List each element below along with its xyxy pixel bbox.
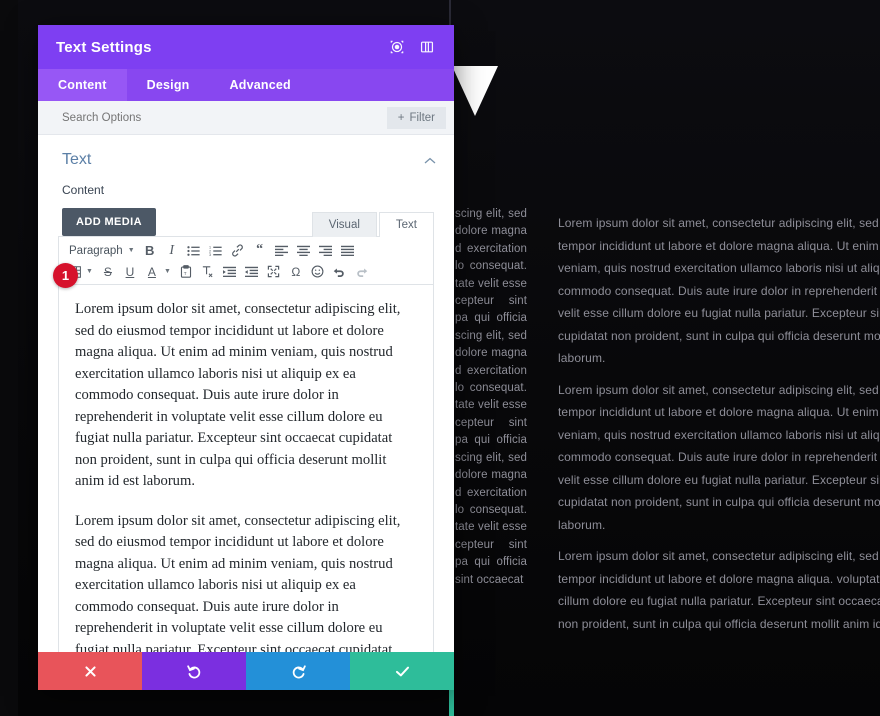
table-chevron-down-icon[interactable]: ▼	[86, 268, 93, 275]
bg-paragraph-3: Lorem ipsum dolor sit amet, consectetur …	[558, 549, 880, 631]
undo-icon[interactable]	[329, 262, 351, 282]
fullscreen-icon[interactable]	[263, 262, 285, 282]
target-icon[interactable]	[384, 34, 410, 60]
color-chevron-down-icon[interactable]: ▼	[164, 268, 171, 275]
content-field-label: Content	[62, 183, 105, 197]
background-narrow-column: scing elit, sed dolore magna d exercitat…	[455, 206, 527, 656]
editor-toolbar: Paragraph ▼ B I 1 2 3 “ ▼ S U A ▼ T Ω	[58, 236, 434, 285]
text-section-header[interactable]: Text	[38, 135, 454, 175]
cancel-button[interactable]	[38, 652, 142, 690]
align-right-icon[interactable]	[315, 241, 337, 261]
filter-button-label: Filter	[409, 111, 435, 124]
search-input[interactable]	[62, 111, 387, 124]
bulleted-list-icon[interactable]	[183, 241, 205, 261]
bg-paragraph-2: Lorem ipsum dolor sit amet, consectetur …	[558, 382, 880, 532]
background-wide-column: Lorem ipsum dolor sit amet, consectetur …	[558, 212, 880, 644]
align-left-icon[interactable]	[271, 241, 293, 261]
plus-icon: +	[397, 111, 405, 124]
section-title: Text	[62, 151, 92, 168]
editor-tab-text[interactable]: Text	[378, 212, 434, 237]
text-settings-panel: Text Settings Content Design Advanced Se…	[38, 25, 454, 690]
numbered-list-icon[interactable]: 1 2 3	[205, 241, 227, 261]
editor-paragraph-1: Lorem ipsum dolor sit amet, consectetur …	[75, 301, 401, 489]
screen: scing elit, sed dolore magna d exercitat…	[0, 0, 880, 716]
underline-icon[interactable]: U	[119, 262, 141, 282]
editor-mode-tabs: Visual Text	[311, 212, 434, 237]
bg-paragraph-1: Lorem ipsum dolor sit amet, consectetur …	[558, 216, 880, 365]
step-badge-1: 1	[53, 263, 78, 288]
emoji-icon[interactable]	[307, 262, 329, 282]
text-color-icon[interactable]: A	[141, 262, 163, 282]
indent-icon[interactable]	[241, 262, 263, 282]
undo-button[interactable]	[142, 652, 246, 690]
toolbar-row-1: Paragraph ▼ B I 1 2 3 “	[63, 240, 429, 261]
link-icon[interactable]	[227, 241, 249, 261]
toolbar-row-2: ▼ S U A ▼ T Ω	[63, 261, 429, 282]
triangle-shape	[452, 66, 498, 116]
svg-text:T: T	[184, 271, 187, 276]
paste-as-text-icon[interactable]: T	[175, 262, 197, 282]
add-media-button[interactable]: ADD MEDIA	[62, 208, 156, 236]
redo-icon[interactable]	[351, 262, 373, 282]
outdent-icon[interactable]	[219, 262, 241, 282]
panel-footer	[38, 652, 454, 690]
align-justify-icon[interactable]	[337, 241, 359, 261]
tab-advanced[interactable]: Advanced	[210, 69, 311, 101]
align-center-icon[interactable]	[293, 241, 315, 261]
italic-icon[interactable]: I	[161, 241, 183, 261]
svg-text:3: 3	[209, 253, 211, 257]
clear-formatting-icon[interactable]	[197, 262, 219, 282]
format-select[interactable]: Paragraph	[63, 241, 127, 261]
panel-title: Text Settings	[56, 38, 152, 56]
blockquote-icon[interactable]: “	[249, 241, 271, 261]
search-bar: + Filter	[38, 101, 454, 135]
tab-content[interactable]: Content	[38, 69, 127, 101]
strikethrough-icon[interactable]: S	[97, 262, 119, 282]
special-character-icon[interactable]: Ω	[285, 262, 307, 282]
editor-tab-visual[interactable]: Visual	[311, 212, 377, 237]
redo-button[interactable]	[246, 652, 350, 690]
editor-paragraph-2: Lorem ipsum dolor sit amet, consectetur …	[75, 512, 401, 653]
layout-panel-icon[interactable]	[414, 34, 440, 60]
narrow-column-text: scing elit, sed dolore magna d exercitat…	[455, 208, 527, 586]
filter-button[interactable]: + Filter	[386, 106, 446, 129]
editor-content-area[interactable]: Lorem ipsum dolor sit amet, consectetur …	[58, 285, 434, 652]
panel-header: Text Settings	[38, 25, 454, 69]
panel-body: Text Content ADD MEDIA Visual Text Parag…	[38, 135, 454, 652]
chevron-up-icon[interactable]	[424, 154, 436, 167]
panel-tabs: Content Design Advanced	[38, 69, 454, 101]
chevron-down-icon[interactable]: ▼	[128, 247, 135, 254]
bold-icon[interactable]: B	[139, 241, 161, 261]
save-button[interactable]	[350, 652, 454, 690]
tab-design[interactable]: Design	[127, 69, 210, 101]
media-row: ADD MEDIA Visual Text	[38, 202, 454, 237]
